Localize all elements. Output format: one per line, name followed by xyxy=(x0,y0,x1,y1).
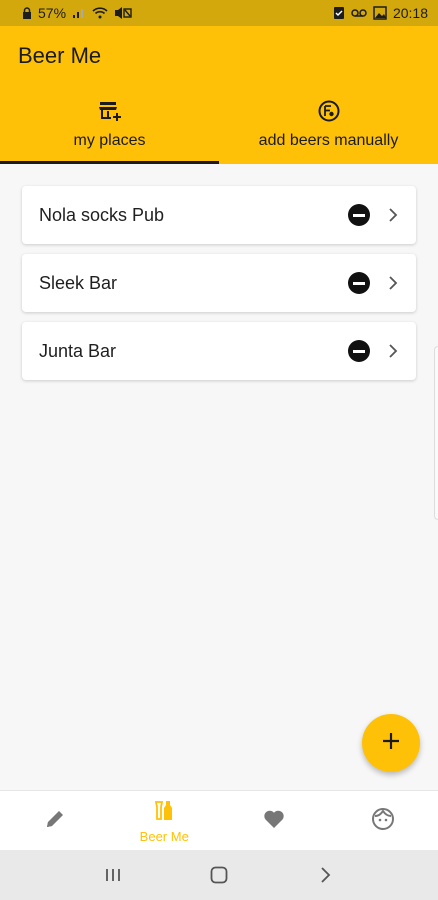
places-list: Nola socks Pub Sleek Bar Junta Bar xyxy=(22,186,416,390)
nav-item-edit[interactable] xyxy=(0,791,110,851)
plus-icon xyxy=(381,731,401,756)
place-name: Sleek Bar xyxy=(39,272,118,293)
status-right: 20:18 xyxy=(333,5,428,21)
remove-circle-icon[interactable] xyxy=(348,340,370,362)
app-title: Beer Me xyxy=(18,43,102,68)
clock: 20:18 xyxy=(392,5,428,21)
mute-icon xyxy=(114,7,132,19)
nav-item-beer-me[interactable]: Beer Me xyxy=(110,791,220,851)
place-item[interactable]: Nola socks Pub xyxy=(22,186,416,244)
home-button[interactable] xyxy=(199,855,239,895)
chevron-right-icon xyxy=(388,343,398,359)
checklist-icon xyxy=(333,6,345,20)
heart-icon xyxy=(263,809,285,834)
battery-percent: 57% xyxy=(38,5,67,21)
store-add-icon xyxy=(97,98,123,124)
beer-badge-icon xyxy=(316,98,342,124)
face-icon xyxy=(371,807,395,836)
wifi-icon xyxy=(92,7,108,19)
remove-circle-icon[interactable] xyxy=(348,204,370,226)
place-name: Nola socks Pub xyxy=(39,204,165,225)
system-nav-bar xyxy=(0,850,438,900)
nav-item-favorites[interactable] xyxy=(219,791,329,851)
recent-apps-button[interactable] xyxy=(93,855,133,895)
remove-circle-icon[interactable] xyxy=(348,272,370,294)
edge-panel-handle[interactable] xyxy=(434,346,438,520)
beer-bottles-icon xyxy=(152,799,176,828)
signal-icon xyxy=(72,7,86,19)
status-bar: 57% 20:18 xyxy=(0,0,438,26)
place-name: Junta Bar xyxy=(39,340,117,361)
app-bar: Beer Me my places add beers manually xyxy=(0,26,438,164)
tab-add-beers-manually-label: add beers manually xyxy=(258,132,399,149)
nav-label-beer-me: Beer Me xyxy=(139,828,189,844)
place-item[interactable]: Junta Bar xyxy=(22,322,416,380)
tab-my-places-label: my places xyxy=(73,132,146,149)
tab-selected-indicator xyxy=(0,161,219,164)
place-item[interactable]: Sleek Bar xyxy=(22,254,416,312)
back-button[interactable] xyxy=(305,855,345,895)
nav-item-profile[interactable] xyxy=(329,791,438,851)
bottom-nav: Beer Me xyxy=(0,790,438,850)
tab-bar: my places add beers manually xyxy=(0,92,438,164)
pencil-icon xyxy=(44,808,66,835)
status-left: 57% xyxy=(22,5,132,21)
image-icon xyxy=(373,6,387,20)
tab-add-beers-manually[interactable]: add beers manually xyxy=(219,92,438,164)
tab-my-places[interactable]: my places xyxy=(0,92,219,164)
lock-icon xyxy=(22,7,32,19)
chevron-right-icon xyxy=(388,207,398,223)
voicemail-icon xyxy=(351,8,367,18)
chevron-right-icon xyxy=(388,275,398,291)
add-place-button[interactable] xyxy=(362,714,420,772)
